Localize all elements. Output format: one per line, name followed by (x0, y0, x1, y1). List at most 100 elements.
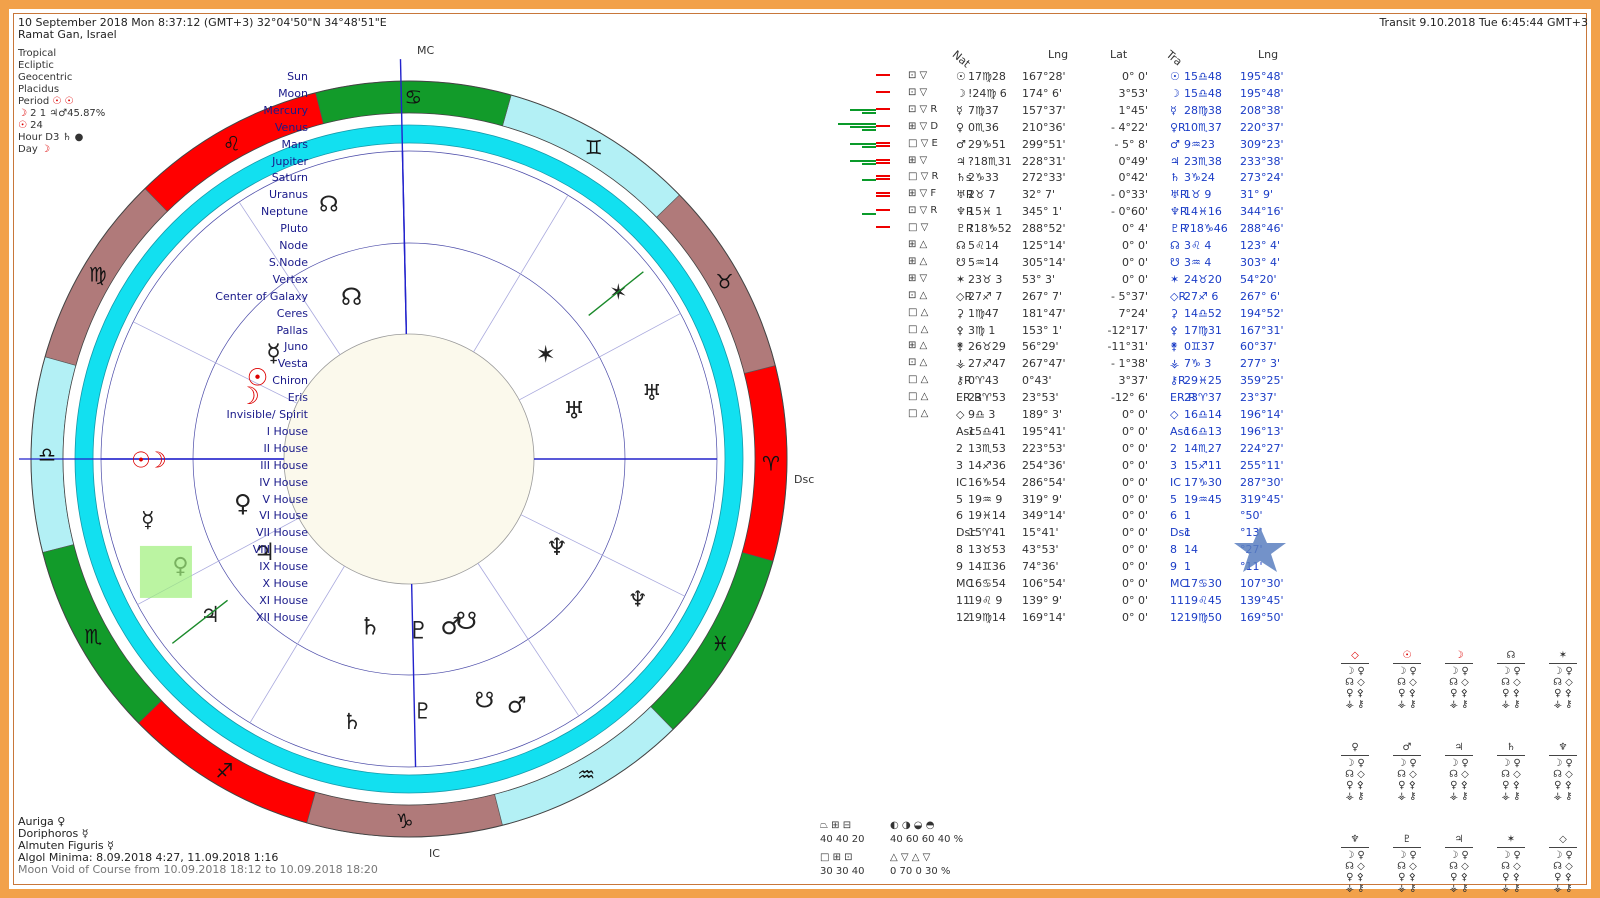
cell-nlng: 16♋54 (968, 577, 1006, 590)
cell-tlng: 7♑ 3 (1184, 357, 1212, 371)
cell-ic: ⊡ ▽ (908, 70, 928, 81)
cell-nlng: ?18♏31 (968, 154, 1012, 168)
cell-nlng: 19♌ 9 (968, 593, 1003, 607)
natal-planet-glyph: ♆ (546, 533, 568, 561)
aspect-cell: ✶ ☽ ♀ ☊ ◇ ♀ ⚴ ⚶ ⚷ (1543, 650, 1583, 710)
cell-ic: □ ▽ E (908, 137, 938, 149)
cell-lat: - 4°22' (1111, 120, 1148, 134)
cell-tlng2: 359°25' (1240, 374, 1284, 388)
aspect-cell: ♂ ☽ ♀ ☊ ◇ ♀ ⚴ ⚶ ⚷ (1387, 742, 1427, 802)
cell-nlng2: 267°47' (1022, 357, 1066, 371)
cell-name: VI House (259, 509, 308, 523)
zodiac-glyph: ♉ (716, 270, 734, 294)
triplicity-icons: △ ▽ △ ▽ (890, 852, 931, 863)
cell-lat: 0° 0' (1121, 475, 1148, 489)
cell-nsym: IC (956, 475, 967, 489)
cell-tlng2: 107°30' (1240, 577, 1284, 590)
aspect-cell: ♀ ☽ ♀ ☊ ◇ ♀ ⚴ ⚶ ⚷ (1335, 742, 1375, 802)
cell-ic: ⊡ △ (908, 357, 928, 369)
aspect-cell: ♄ ☽ ♀ ☊ ◇ ♀ ⚴ ⚶ ⚷ (1491, 742, 1531, 802)
cell-lat: 0° 0' (1121, 526, 1148, 540)
natal-planet-glyph: ♇ (408, 617, 430, 645)
cell-lat: 0° 0' (1121, 458, 1148, 472)
cell-tlng2: 267° 6' (1240, 289, 1281, 303)
cell-lat: 0° 0' (1121, 408, 1148, 421)
cell-name: IV House (259, 475, 308, 489)
aspect-cell: ◇ ☽ ♀ ☊ ◇ ♀ ⚴ ⚶ ⚷ (1335, 650, 1375, 710)
cell-tsym: ♄ (1170, 171, 1180, 185)
cell-tlng: 14♎52 (1184, 306, 1222, 320)
transit-planet-glyph: ♃ (200, 603, 220, 628)
cell-name: Mars (281, 137, 309, 151)
aspect-cell: ♇ ☽ ♀ ☊ ◇ ♀ ⚴ ⚶ ⚷ (1387, 834, 1427, 894)
zodiac-glyph: ♒ (577, 763, 595, 787)
cell-tlng2: 319°45' (1240, 492, 1284, 506)
natal-planet-glyph: ☽ (238, 382, 260, 410)
transit-planet-glyph: ☊ (319, 192, 339, 217)
cell-tsym: ◇ (1170, 408, 1179, 421)
cell-nsym: ♀ (956, 120, 965, 134)
cell-tlng: 3♒ 4 (1184, 255, 1212, 269)
cell-lat: 3°53' (1118, 86, 1148, 100)
cell-lat: 0° 0' (1121, 441, 1148, 455)
cell-tlng: 16♎14 (1184, 408, 1222, 421)
cell-nlng: 23♈53 (968, 391, 1006, 405)
cell-tlng: 14♓16 (1184, 205, 1222, 219)
highlight-box (139, 545, 192, 598)
cell-lat: - 5°37' (1111, 289, 1148, 303)
cell-name: Pluto (280, 222, 308, 236)
cell-nlng2: 288°52' (1022, 222, 1066, 236)
cell-tlng2: 233°38' (1240, 154, 1284, 168)
cell-name: Jupiter (272, 154, 308, 168)
strength-bars (850, 70, 890, 82)
cell-nlng: 29♑51 (968, 137, 1006, 151)
cell-ic: □ △ (908, 306, 929, 318)
strength-bars (850, 104, 890, 116)
cell-lat: 3°37' (1118, 374, 1148, 388)
header-tra: Tra (1163, 48, 1185, 69)
aspect-grid: ◇ ☽ ♀ ☊ ◇ ♀ ⚴ ⚶ ⚷ ☉ ☽ ♀ ☊ ◇ ♀ ⚴ ⚶ ⚷ ☽ ☽ ♀ ☊ ◇ ♀ ⚴ ⚶… (1335, 650, 1590, 894)
cell-tlng2: 255°11' (1240, 458, 1284, 472)
cell-nlng2: 23°53' (1022, 391, 1059, 405)
cell-tlng2: 273°24' (1240, 171, 1284, 185)
cell-tlng: 17♍31 (1184, 323, 1222, 337)
zodiac-glyph: ♌ (223, 131, 241, 155)
cell-nlng2: 106°54' (1022, 577, 1066, 590)
cell-tlng: 29♓25 (1184, 374, 1222, 388)
cell-tlng2: 344°16' (1240, 205, 1284, 219)
cell-nlng: 23♉ 3 (968, 272, 1003, 286)
cell-nlng2: 349°14' (1022, 509, 1066, 523)
cell-tlng: 17♋30 (1184, 577, 1222, 590)
cell-name: I House (266, 424, 308, 438)
cell-lat: 0° 0' (1121, 593, 1148, 607)
stats-row2a: 30 30 40 (820, 866, 865, 877)
cell-nsym: ⚳ (956, 306, 965, 320)
cell-nlng: 1♍47 (968, 306, 999, 320)
cell-tlng2: 220°37' (1240, 120, 1284, 134)
cardinal-icons: ⏢ ⊞ ⊟ (820, 820, 852, 831)
star-icon (1234, 527, 1286, 572)
cell-lat: 0° 0' (1121, 70, 1148, 83)
cell-lat: 0° 0' (1121, 492, 1148, 506)
cell-tsym: 2 (1170, 441, 1177, 455)
strength-bars (850, 222, 890, 234)
cell-tsym: ☋ (1170, 255, 1180, 269)
cell-nlng2: 157°37' (1022, 103, 1066, 117)
transit-planet-glyph: ♅ (642, 381, 662, 406)
cell-nlng2: 56°29' (1022, 340, 1059, 354)
cell-nlng: 15♎41 (968, 424, 1006, 438)
cell-tsym: ♂ (1170, 137, 1180, 151)
cell-nlng: 27♐ 7 (968, 289, 1003, 303)
cell-nlng2: 174° 6' (1022, 86, 1063, 100)
aspect-cell: ♃ ☽ ♀ ☊ ◇ ♀ ⚴ ⚶ ⚷ (1439, 742, 1479, 802)
cell-tlng: 17♑30 (1184, 475, 1222, 489)
cell-lat: - 5° 8' (1114, 137, 1148, 151)
stats-row2b: 0 70 0 30 % (890, 866, 951, 877)
cell-tlng: 10♏37 (1184, 120, 1222, 134)
cell-ic: ⊡ ▽ (908, 86, 928, 98)
cell-tsym: ✶ (1170, 272, 1180, 286)
cell-lat: 0° 0' (1121, 255, 1148, 269)
cell-nlng: 16♑54 (968, 475, 1006, 489)
chart-wheel[interactable]: ♈♉♊♋♌♍♎♏♐♑♒♓☉☽☿♀♂♃♄♅♆♇☊☋✶☉☽☿♀♂♃♄♅♆♇☊☋✶MC… (14, 44, 814, 874)
cell-name: Pallas (276, 323, 308, 337)
